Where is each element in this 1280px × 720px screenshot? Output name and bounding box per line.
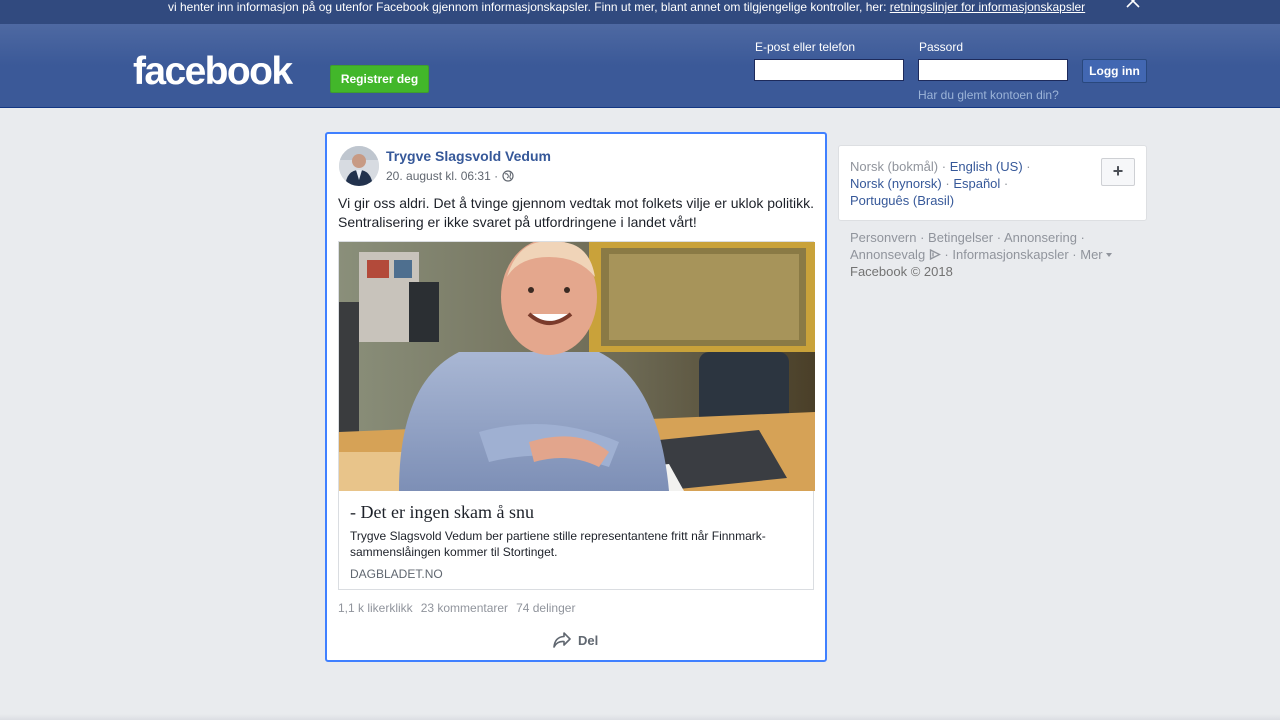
post-meta: 20. august kl. 06:31 · (386, 169, 514, 183)
share-button[interactable]: Del (552, 631, 598, 649)
language-current: Norsk (bokmål) (850, 159, 939, 174)
footer-link-informasjonskapsler[interactable]: Informasjonskapsler (952, 247, 1068, 262)
link-title[interactable]: - Det er ingen skam å snu (350, 502, 534, 523)
post-text-line: Sentralisering er ikke svaret på utfordr… (338, 214, 697, 230)
link-domain: DAGBLADET.NO (350, 567, 443, 581)
share-label: Del (578, 632, 599, 648)
language-portugues-brasil[interactable]: Português (Brasil) (850, 193, 954, 208)
language-list: Norsk (bokmål) · English (US) · Norsk (n… (850, 159, 1031, 208)
adchoices-icon (929, 248, 941, 261)
language-selector: Norsk (bokmål) · English (US) · Norsk (n… (838, 145, 1147, 221)
email-field[interactable] (754, 59, 904, 81)
link-preview[interactable]: - Det er ingen skam å snu Trygve Slagsvo… (338, 241, 815, 590)
post-author[interactable]: Trygve Slagsvold Vedum (386, 148, 551, 164)
post-text: Vi gir oss aldri. Det å tvinge gjennom v… (338, 194, 820, 232)
comments-count[interactable]: 23 kommentarer (421, 601, 508, 615)
avatar[interactable] (339, 146, 379, 186)
post-timestamp[interactable]: 20. august kl. 06:31 · (386, 169, 498, 183)
language-espanol[interactable]: Español (953, 176, 1000, 191)
share-icon (553, 632, 571, 648)
login-button[interactable]: Logg inn (1082, 59, 1147, 83)
footer-links: Personvern · Betingelser · Annonsering ·… (850, 229, 1140, 280)
footer-link-personvern[interactable]: Personvern (850, 230, 916, 245)
footer-link-mer[interactable]: Mer (1080, 247, 1102, 262)
cookie-banner: vi henter inn informasjon på og utenfor … (0, 0, 1280, 24)
email-label: E-post eller telefon (755, 40, 856, 54)
shares-count[interactable]: 74 delinger (516, 601, 575, 615)
globe-icon (502, 170, 514, 182)
language-norsk-nynorsk[interactable]: Norsk (nynorsk) (850, 176, 942, 191)
post-stats: 1,1 k likerklikk 23 kommentarer 74 delin… (338, 601, 575, 615)
post-card: Trygve Slagsvold Vedum 20. august kl. 06… (325, 132, 827, 662)
language-english-us[interactable]: English (US) (950, 159, 1023, 174)
bottom-shade (0, 714, 1280, 720)
cookie-text: vi henter inn informasjon på og utenfor … (168, 0, 890, 14)
link-description: Trygve Slagsvold Vedum ber partiene stil… (350, 529, 766, 559)
cookie-policy-link[interactable]: retningslinjer for informasjonskapsler (890, 0, 1085, 14)
register-button[interactable]: Registrer deg (330, 65, 429, 93)
close-icon[interactable] (1124, 0, 1142, 10)
footer-link-annonsevalg[interactable]: Annonsevalg (850, 247, 925, 262)
footer-link-annonsering[interactable]: Annonsering (1004, 230, 1077, 245)
cookie-banner-text: vi henter inn informasjon på og utenfor … (168, 0, 1085, 14)
link-preview-image[interactable] (339, 242, 815, 491)
post-text-line: Vi gir oss aldri. Det å tvinge gjennom v… (338, 195, 814, 211)
footer-link-betingelser[interactable]: Betingelser (928, 230, 993, 245)
caret-down-icon (1106, 253, 1113, 257)
likes-count[interactable]: 1,1 k likerklikk (338, 601, 413, 615)
password-field[interactable] (918, 59, 1068, 81)
add-language-button[interactable]: + (1101, 158, 1135, 186)
top-header: facebook Registrer deg E-post eller tele… (0, 24, 1280, 108)
facebook-logo[interactable]: facebook (133, 50, 293, 94)
forgot-account-link[interactable]: Har du glemt kontoen din? (918, 88, 1059, 102)
password-label: Passord (919, 40, 964, 54)
copyright: Facebook © 2018 (850, 264, 953, 279)
